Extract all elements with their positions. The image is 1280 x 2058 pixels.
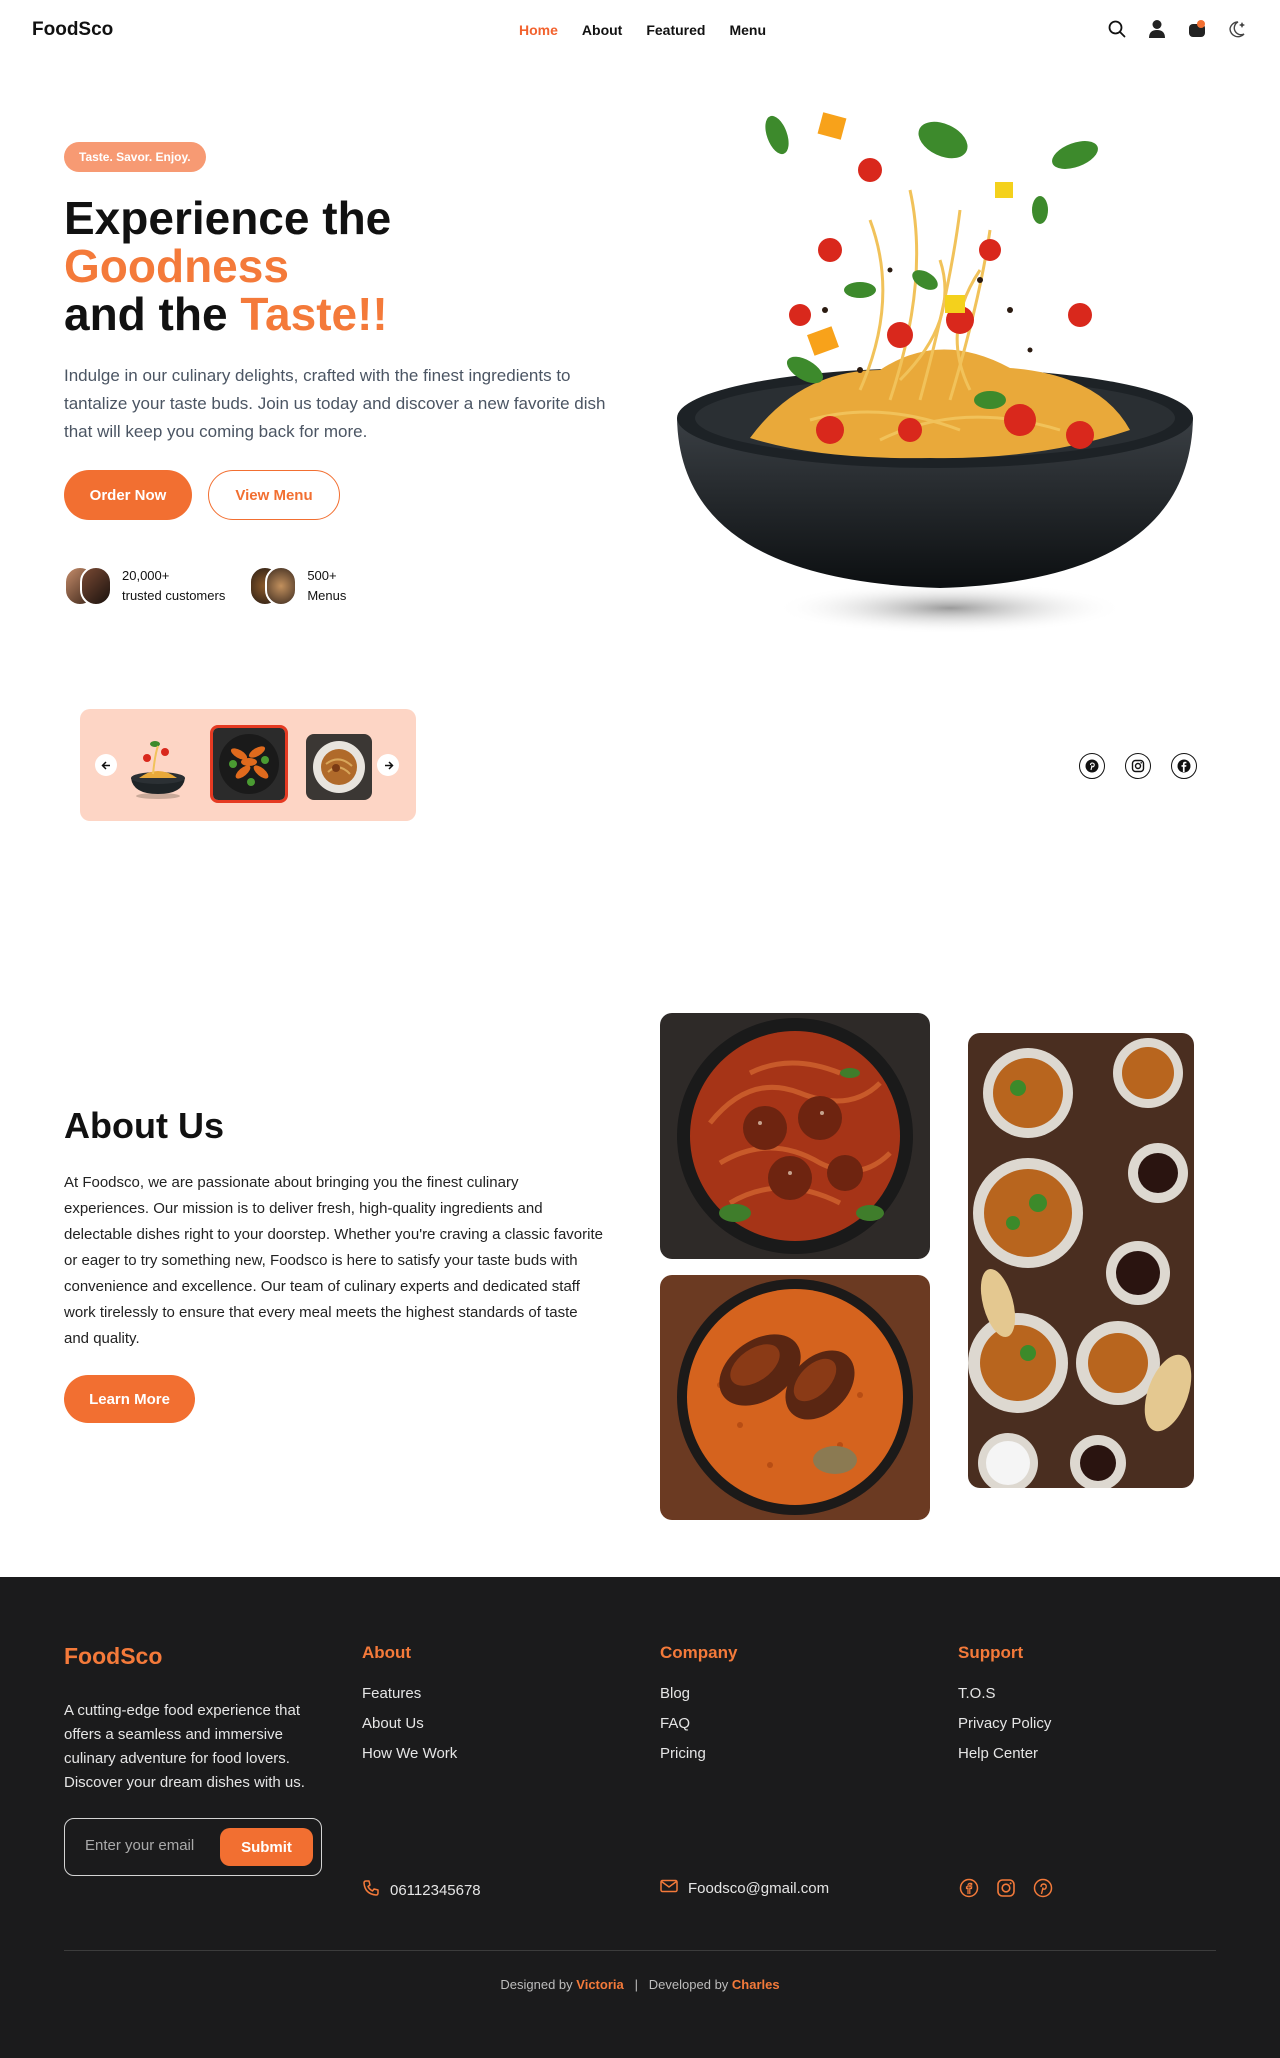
newsletter-form: Submit [64,1818,322,1876]
footer-column-about: About Features About Us How We Work [362,1643,457,1775]
carousel-thumb-pasta-bowl[interactable] [125,734,191,800]
pinterest-icon[interactable] [1079,753,1105,779]
credit-developed-label: Developed by [648,1977,732,1992]
footer: FoodSco A cutting-edge food experience t… [0,1577,1280,2058]
phone-number: 06112345678 [390,1881,481,1899]
nav-link-menu[interactable]: Menu [729,22,766,38]
footer-column-title: Company [660,1643,738,1662]
footer-credits: Designed by Victoria | Developed by Char… [0,1977,1280,1992]
carousel-thumb-spaghetti[interactable] [306,734,372,800]
view-menu-button[interactable]: View Menu [208,470,340,520]
footer-link-faq[interactable]: FAQ [660,1715,737,1732]
jollof-rice-chicken-image [660,1275,930,1520]
footer-link-tos[interactable]: T.O.S [958,1685,1051,1702]
facebook-icon[interactable] [958,1877,980,1899]
hero-title-line-3-a: and the [64,288,241,340]
brand-logo[interactable]: FoodSco [32,19,113,41]
hero-social-links [1079,753,1197,779]
menu-avatars [249,566,298,606]
credit-separator: | [634,1977,638,1992]
carousel-thumb-fusilli-active[interactable] [210,725,288,803]
user-icon[interactable] [1146,18,1168,40]
nav-link-featured[interactable]: Featured [646,22,705,38]
footer-column-company: Company Blog FAQ Pricing [660,1643,737,1775]
nav-icons [1106,18,1248,40]
carousel-prev-button[interactable] [95,754,117,776]
newsletter-email-input[interactable] [85,1837,215,1854]
instagram-icon[interactable] [1125,753,1151,779]
footer-description: A cutting-edge food experience that offe… [64,1702,305,1791]
learn-more-button[interactable]: Learn More [64,1375,195,1423]
dish-carousel [80,709,416,821]
stat-label: trusted customers [122,588,226,603]
footer-column-title: About [362,1643,412,1662]
food-spread-image [968,1033,1194,1488]
avatar [265,566,298,606]
customer-avatars [64,566,112,606]
order-now-button[interactable]: Order Now [64,470,192,520]
cart-icon[interactable] [1186,18,1208,40]
footer-link-blog[interactable]: Blog [660,1685,737,1702]
hero-title-line-1: Experience the [64,192,392,244]
stat-customers: 20,000+ trusted customers [64,566,225,606]
stat-value: 500+ [307,568,337,583]
hero-title-line-3-b: Taste!! [240,288,388,340]
footer-phone[interactable]: 06112345678 [362,1879,481,1901]
hero-stats: 20,000+ trusted customers 500+ Menus [64,566,346,606]
credit-designed-label: Designed by [500,1977,577,1992]
nav-links: Home About Featured Menu [519,22,766,38]
carousel-next-button[interactable] [377,754,399,776]
hero-title: Experience the Goodness and the Taste!! [64,194,391,338]
footer-link-how-we-work[interactable]: How We Work [362,1745,457,1762]
pinterest-icon[interactable] [1032,1877,1054,1899]
nav-link-home[interactable]: Home [519,22,558,38]
email-address: Foodsco@gmail.com [688,1879,830,1897]
hero-tagline-badge: Taste. Savor. Enjoy. [64,142,206,172]
meatball-spaghetti-image [660,1013,930,1259]
top-nav: FoodSco Home About Featured Menu [0,0,1280,60]
footer-link-features[interactable]: Features [362,1685,457,1702]
avatar [80,566,112,606]
hero-title-line-3: and the Taste!! [64,290,391,338]
hero-pasta-bowl-image [660,100,1220,660]
about-description: At Foodsco, we are passionate about brin… [64,1174,603,1347]
stat-value: 20,000+ [122,568,170,583]
developer-name[interactable]: Charles [732,1977,780,1992]
facebook-icon[interactable] [1171,753,1197,779]
footer-link-help-center[interactable]: Help Center [958,1745,1051,1762]
footer-column-title: Support [958,1643,1024,1662]
search-icon[interactable] [1106,18,1128,40]
about-title: About Us [64,1105,224,1146]
newsletter-submit-button[interactable]: Submit [220,1828,313,1866]
hero-title-line-2: Goodness [64,240,289,292]
footer-link-pricing[interactable]: Pricing [660,1745,737,1762]
footer-link-privacy-policy[interactable]: Privacy Policy [958,1715,1051,1732]
footer-link-about-us[interactable]: About Us [362,1715,457,1732]
mail-icon [660,1879,678,1897]
instagram-icon[interactable] [995,1877,1017,1899]
footer-column-support: Support T.O.S Privacy Policy Help Center [958,1643,1051,1775]
footer-social-links [958,1877,1054,1899]
hero-description: Indulge in our culinary delights, crafte… [64,366,606,441]
theme-toggle-icon[interactable] [1226,18,1248,40]
stat-menus: 500+ Menus [249,566,346,606]
footer-logo[interactable]: FoodSco [64,1643,162,1670]
nav-link-about[interactable]: About [582,22,622,38]
designer-name[interactable]: Victoria [576,1977,623,1992]
stat-label: Menus [307,588,347,603]
phone-icon [362,1879,380,1901]
footer-divider [64,1950,1216,1951]
footer-email[interactable]: Foodsco@gmail.com [660,1879,829,1897]
